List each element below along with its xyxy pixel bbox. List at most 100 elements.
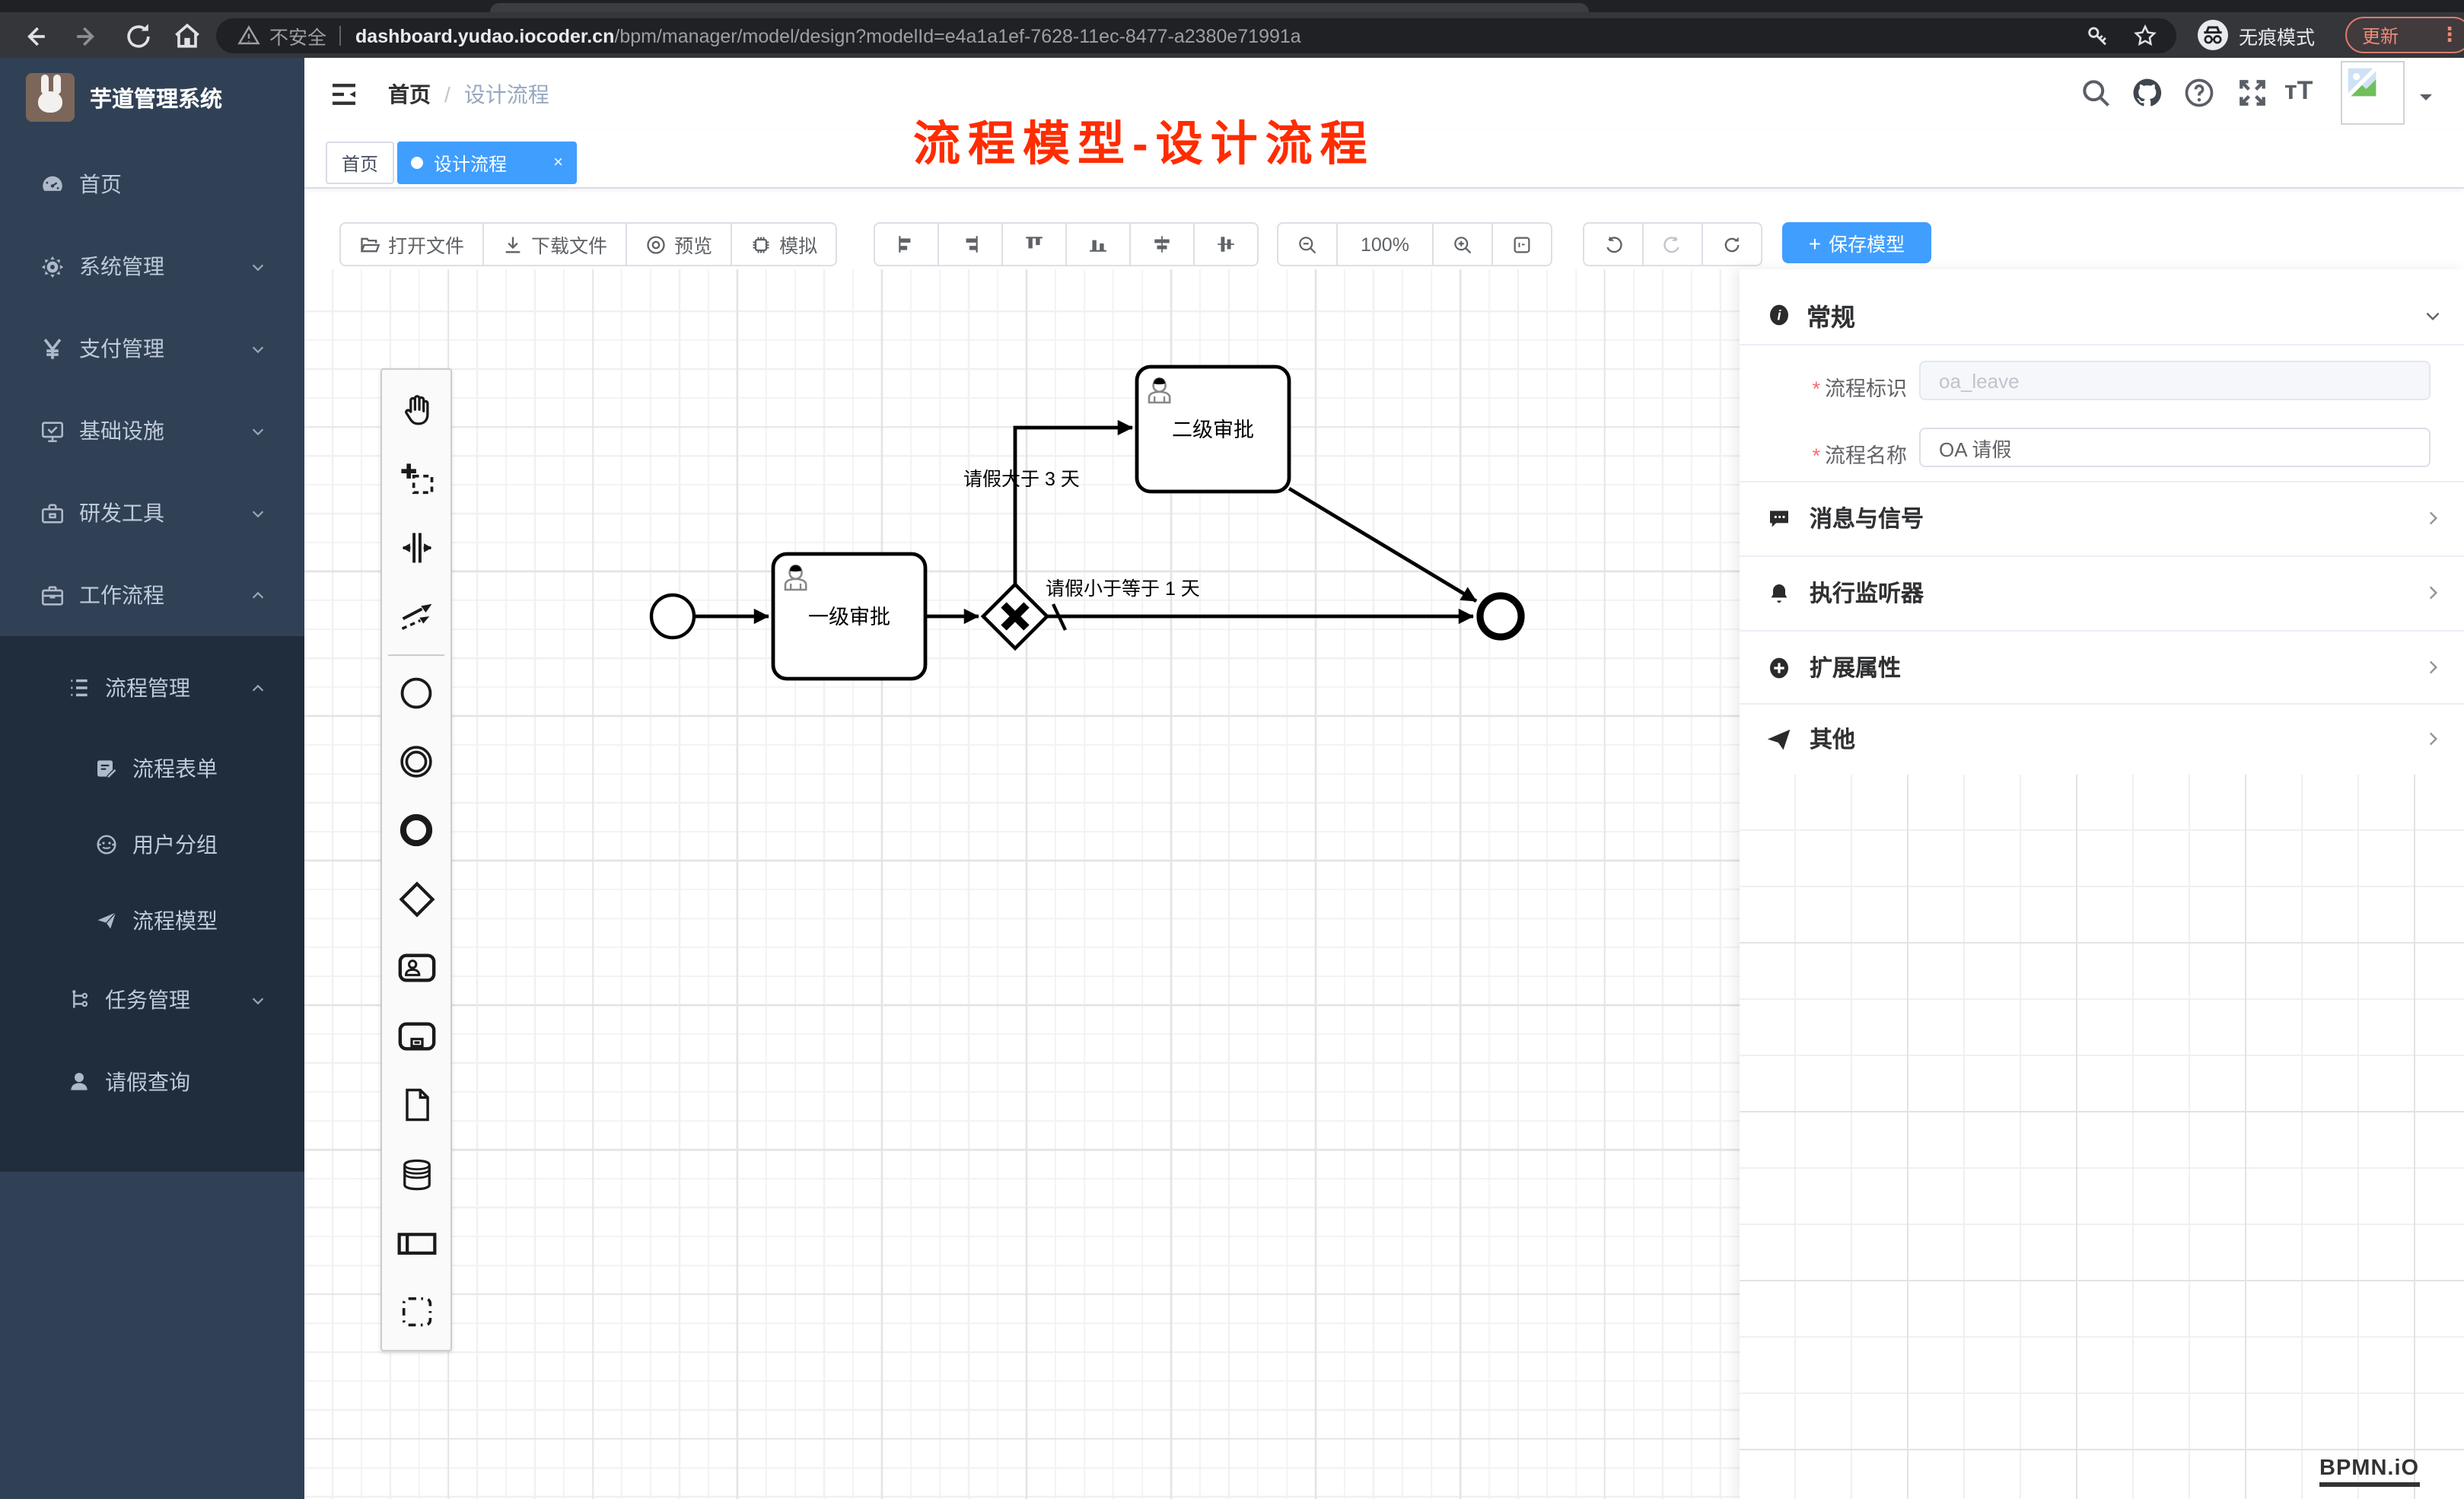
section-other[interactable]: 其他	[1740, 703, 2464, 775]
simulate-button[interactable]: 模拟	[731, 224, 836, 265]
sidebar-item-user-group[interactable]: 用户分组	[0, 807, 304, 883]
section-general[interactable]: i 常规	[1740, 286, 2464, 344]
align-top-button[interactable]	[1001, 224, 1065, 265]
zoom-out-button[interactable]	[1278, 224, 1336, 265]
create-subprocess[interactable]	[382, 1002, 450, 1071]
fullscreen-icon[interactable]	[2236, 76, 2269, 110]
bookmark-star-icon[interactable]	[2132, 23, 2158, 49]
preview-button[interactable]: 预览	[626, 224, 731, 265]
tag-home[interactable]: 首页	[326, 142, 394, 184]
create-gateway[interactable]	[382, 865, 450, 934]
security-label[interactable]: 不安全	[269, 21, 326, 50]
search-icon[interactable]	[2079, 76, 2112, 110]
condition-label-le1[interactable]: 请假小于等于 1 天	[1046, 578, 1200, 600]
sidebar-logo[interactable]: 芋道管理系统	[0, 58, 304, 137]
info-icon: i	[1767, 303, 1791, 327]
properties-panel: i 常规 *流程标识 *流程名称 消息与信号 执行监听器	[1740, 269, 2464, 776]
plus-icon: +	[1809, 232, 1821, 253]
sidebar-item-infra[interactable]: 基础设施	[0, 390, 304, 472]
redo-button[interactable]	[1642, 224, 1702, 265]
bpmn-io-watermark[interactable]: BPMN.iO	[2319, 1456, 2419, 1486]
sidebar-item-system[interactable]: 系统管理	[0, 225, 304, 307]
address-bar[interactable]: 不安全 dashboard.yudao.iocoder.cn/bpm/manag…	[216, 18, 2176, 53]
sidebar-item-process-mgmt[interactable]: 流程管理	[0, 647, 304, 729]
browser-update-button[interactable]: 更新 ⋮	[2345, 17, 2464, 53]
sidebar-item-process-model[interactable]: 流程模型	[0, 883, 304, 959]
condition-label-gt3[interactable]: 请假大于 3 天	[963, 469, 1080, 490]
browser-reload-icon[interactable]	[122, 20, 155, 53]
restart-button[interactable]	[1702, 224, 1761, 265]
start-event[interactable]	[651, 595, 694, 638]
flow-gateway-to-task2[interactable]	[1015, 428, 1132, 584]
chevron-down-icon	[250, 340, 266, 357]
zoom-in-button[interactable]	[1432, 224, 1491, 265]
align-right-button[interactable]	[938, 224, 1001, 265]
update-label[interactable]: 更新	[2362, 22, 2399, 48]
sidebar-collapse-icon[interactable]	[329, 79, 359, 110]
chevron-right-icon	[2423, 508, 2443, 528]
undo-button[interactable]	[1584, 224, 1642, 265]
space-tool[interactable]	[382, 514, 450, 582]
yen-icon	[40, 336, 65, 361]
browser-home-icon[interactable]	[170, 20, 204, 53]
create-participant[interactable]	[382, 1209, 450, 1278]
open-file-button[interactable]: 打开文件	[341, 224, 482, 265]
create-group[interactable]	[382, 1278, 450, 1346]
exclusive-gateway[interactable]	[983, 584, 1047, 648]
github-icon[interactable]	[2131, 76, 2164, 110]
sidebar-item-devtools[interactable]: 研发工具	[0, 472, 304, 554]
save-model-button[interactable]: + 保存模型	[1782, 222, 1931, 263]
create-data-store[interactable]	[382, 1140, 450, 1208]
browser-menu-icon[interactable]: ⋮	[2440, 23, 2459, 47]
zoom-reset-button[interactable]	[1491, 224, 1551, 265]
user-avatar[interactable]	[2341, 61, 2405, 125]
breadcrumb-home[interactable]: 首页	[388, 79, 431, 110]
section-message-signal[interactable]: 消息与信号	[1740, 481, 2464, 555]
browser-forward-icon[interactable]	[70, 20, 103, 53]
sidebar-item-label: 流程管理	[105, 673, 190, 703]
sidebar-item-process-form[interactable]: 流程表单	[0, 730, 304, 807]
help-icon[interactable]	[2182, 76, 2216, 110]
tag-close-icon[interactable]: ×	[553, 154, 563, 172]
browser-back-icon[interactable]	[18, 20, 52, 53]
zoom-level[interactable]: 100%	[1336, 224, 1432, 265]
sidebar-item-task-mgmt[interactable]: 任务管理	[0, 959, 304, 1041]
create-user-task[interactable]	[382, 934, 450, 1002]
align-left-button[interactable]	[875, 224, 938, 265]
sidebar-item-workflow[interactable]: 工作流程	[0, 554, 304, 636]
task-first-approval[interactable]: 一级审批	[773, 554, 925, 679]
task-second-approval[interactable]: 二级审批	[1137, 367, 1289, 492]
sidebar-item-leave-query[interactable]: 请假查询	[0, 1041, 304, 1123]
flow-task2-to-end[interactable]	[1289, 489, 1476, 601]
sidebar-item-payment[interactable]: 支付管理	[0, 307, 304, 390]
process-key-input[interactable]	[1919, 361, 2431, 400]
browser-active-tab[interactable]	[490, 3, 1589, 12]
create-intermediate-event[interactable]	[382, 727, 450, 796]
process-name-input[interactable]	[1919, 428, 2431, 467]
tree-list-icon	[67, 676, 91, 700]
chevron-down-icon[interactable]	[2423, 305, 2443, 325]
process-name-label: *流程名称	[1740, 438, 1907, 469]
bell-icon	[1767, 581, 1791, 605]
download-file-button[interactable]: 下载文件	[482, 224, 626, 265]
avatar-caret-icon[interactable]	[2417, 88, 2435, 107]
font-size-icon[interactable]: ᴛT	[2284, 76, 2313, 107]
align-center-button[interactable]	[1193, 224, 1257, 265]
create-end-event[interactable]	[382, 796, 450, 864]
sidebar-item-home[interactable]: 首页	[0, 143, 304, 225]
password-key-icon[interactable]	[2085, 23, 2111, 49]
bpmn-diagram: 一级审批 二级审批 请假大于 3 天 请假小于等于 1 天	[304, 269, 1740, 1499]
hand-tool[interactable]	[382, 376, 450, 444]
create-data-object[interactable]	[382, 1071, 450, 1140]
file-button-group: 打开文件 下载文件 预览 模拟	[339, 222, 837, 266]
message-icon	[1767, 506, 1791, 530]
section-extended-attrs[interactable]: 扩展属性	[1740, 630, 2464, 705]
lasso-tool[interactable]	[382, 444, 450, 513]
tag-design-active[interactable]: 设计流程 ×	[397, 142, 577, 184]
align-middle-button[interactable]	[1129, 224, 1193, 265]
section-execution-listener[interactable]: 执行监听器	[1740, 555, 2464, 630]
create-start-event[interactable]	[382, 659, 450, 727]
end-event[interactable]	[1480, 596, 1521, 637]
connection-tool[interactable]	[382, 582, 450, 651]
align-bottom-button[interactable]	[1065, 224, 1129, 265]
